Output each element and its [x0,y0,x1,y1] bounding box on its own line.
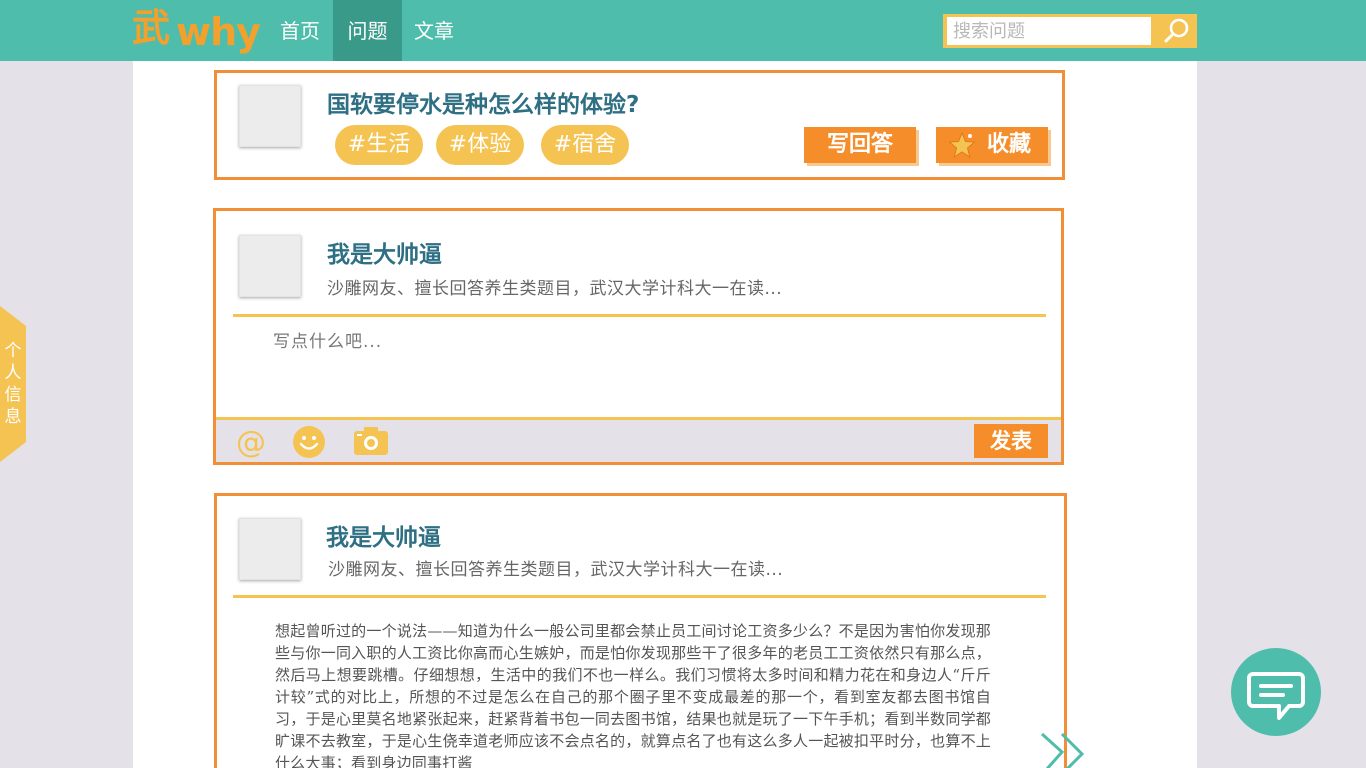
composer-avatar[interactable] [239,235,301,297]
nav-home[interactable]: 首页 [268,0,332,61]
emoji-button[interactable] [292,425,326,459]
top-nav-bar: 武 why 首页 问题 文章 [0,0,1366,61]
search-icon [1164,18,1189,43]
at-mention-button[interactable]: @ [234,425,268,460]
composer-bio: 沙雕网友、擅长回答养生类题目，武汉大学计科大一在读... [327,279,783,299]
compose-card: 我是大帅逼 沙雕网友、擅长回答养生类题目，武汉大学计科大一在读... 写点什么吧… [213,208,1064,465]
compose-divider [233,314,1046,317]
search-input[interactable] [947,17,1151,45]
star-icon [948,131,976,159]
answerer-bio: 沙雕网友、擅长回答养生类题目，武汉大学计科大一在读... [328,560,784,580]
photo-button[interactable] [352,425,390,459]
question-title: 国软要停水是种怎么样的体验? [327,92,640,118]
answerer-name: 我是大帅逼 [326,525,441,551]
at-icon: @ [236,425,266,460]
site-logo[interactable]: 武 why [132,6,262,56]
svg-text:@: @ [236,425,266,459]
logo-mark: 武 [132,5,171,50]
chat-button[interactable] [1231,648,1321,736]
answer-body: 想起曾听过的一个说法——知道为什么一般公司里都会禁止员工间讨论工资多少么？不是因… [275,622,991,768]
write-answer-button[interactable]: 写回答 [804,127,916,163]
compose-textarea[interactable]: 写点什么吧... [273,327,382,352]
asker-avatar[interactable] [239,85,301,147]
chat-icon [1247,672,1305,720]
answer-card: 我是大帅逼 沙雕网友、擅长回答养生类题目，武汉大学计科大一在读... 想起曾听过… [214,493,1067,768]
profile-tab-label: 个人信息 [4,341,22,427]
nav-questions[interactable]: 问题 [333,0,402,61]
composer-name: 我是大帅逼 [327,242,442,268]
tag-life[interactable]: #生活 [335,125,423,165]
search-box [943,14,1197,48]
question-card: 国软要停水是种怎么样的体验? #生活 #体验 #宿舍 写回答 收藏 [214,70,1065,180]
favorite-label: 收藏 [986,132,1031,157]
chevron-right-icon[interactable] [1038,730,1094,768]
answer-divider [233,595,1046,598]
favorite-button[interactable]: 收藏 [936,127,1048,163]
answerer-avatar[interactable] [239,518,301,580]
logo-text: why [176,10,261,54]
tag-experience[interactable]: #体验 [436,125,524,165]
smiley-icon [293,426,325,458]
tag-dorm[interactable]: #宿舍 [541,125,629,165]
search-button[interactable] [1155,14,1197,48]
publish-button[interactable]: 发表 [974,424,1048,458]
nav-articles[interactable]: 文章 [402,0,466,61]
camera-icon [354,427,388,455]
compose-toolbar: @ 发表 [216,417,1061,462]
